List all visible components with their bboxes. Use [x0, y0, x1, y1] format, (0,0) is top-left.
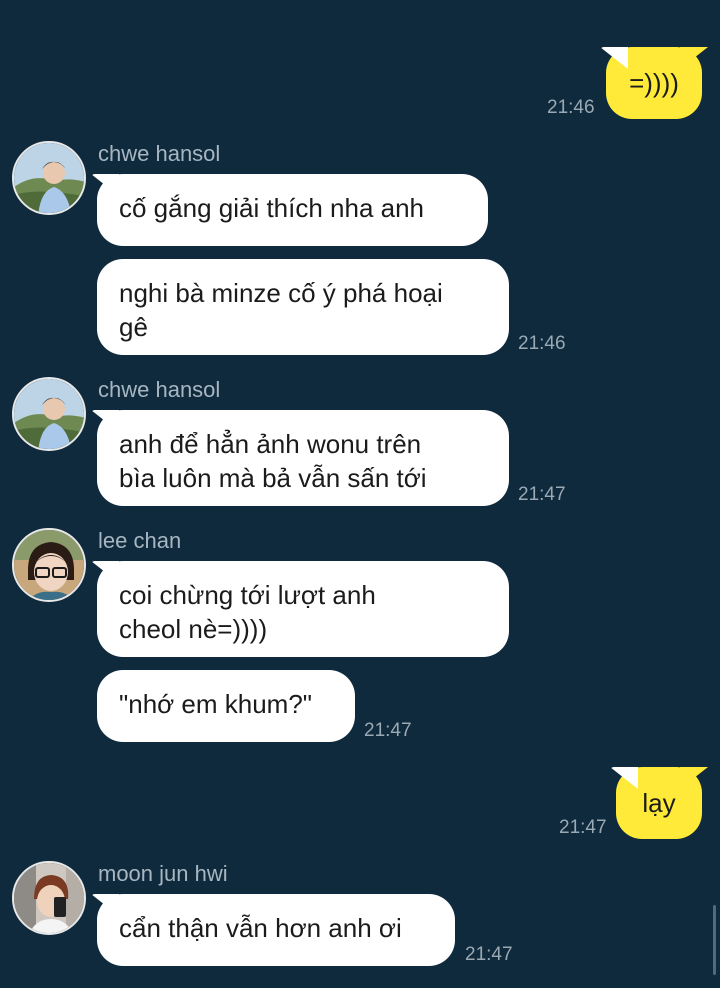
message-time: 21:47 — [559, 817, 607, 838]
message-bubble-received[interactable]: coi chừng tới lượt anh cheol nè=)))) — [97, 561, 509, 657]
avatar-chwe-hansol[interactable] — [12, 377, 86, 451]
message-bubble-received[interactable]: "nhớ em khum?" — [97, 670, 355, 742]
avatar-chwe-hansol[interactable] — [12, 141, 86, 215]
message-time: 21:47 — [364, 720, 412, 741]
message-time: 21:47 — [465, 944, 513, 965]
sender-name: moon jun hwi — [98, 861, 228, 886]
sender-name: chwe hansol — [98, 141, 221, 166]
avatar-lee-chan[interactable] — [12, 528, 86, 602]
sender-name: lee chan — [98, 528, 182, 553]
message-time: 21:46 — [518, 333, 566, 354]
message-time: 21:46 — [547, 97, 595, 118]
avatar-moon-jun-hwi[interactable] — [12, 861, 86, 935]
message-bubble-received[interactable]: cố gắng giải thích nha anh — [97, 174, 488, 246]
message-bubble-received[interactable]: anh để hẳn ảnh wonu trên bìa luôn mà bả … — [97, 410, 509, 506]
message-bubble-received[interactable]: nghi bà minze cố ý phá hoại gê — [97, 259, 509, 355]
sender-name: chwe hansol — [98, 377, 221, 402]
chat-thread[interactable]: 21:46 =)))) chwe hansol cố gắng giải thí… — [0, 0, 720, 988]
chat-scrollbar[interactable] — [713, 905, 716, 975]
message-bubble-sent[interactable]: lạy — [616, 767, 702, 839]
message-time: 21:47 — [518, 484, 566, 505]
message-bubble-sent[interactable]: =)))) — [606, 47, 702, 119]
message-bubble-received[interactable]: cẩn thận vẫn hơn anh ơi — [97, 894, 455, 966]
